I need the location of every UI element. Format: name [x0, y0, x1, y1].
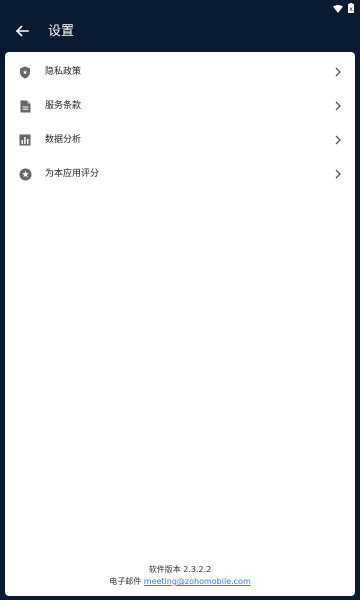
version-text: 软件版本 2.3.2.2 [148, 565, 212, 574]
status-icons: x [333, 2, 354, 13]
status-bar: x [0, 0, 360, 14]
email-row: 电子邮件 meeting@zohomobile.com [5, 576, 355, 588]
star-icon [18, 167, 32, 181]
menu-item-label: 为本应用评分 [45, 169, 100, 179]
email-link[interactable]: meeting@zohomobile.com [144, 577, 251, 586]
chevron-right-icon [333, 168, 343, 180]
settings-card: 隐私政策 服务条款 数据分析 为本应用评分 软件版本 2.3.2.2 电子邮件 … [5, 52, 355, 596]
arrow-left-icon [15, 23, 29, 42]
email-label: 电子邮件 [109, 577, 142, 586]
bar-chart-icon [18, 133, 32, 147]
menu-item-terms-of-service[interactable]: 服务条款 [5, 89, 355, 123]
document-icon [18, 99, 32, 113]
page-title: 设置 [48, 24, 75, 39]
chevron-right-icon [333, 134, 343, 146]
menu-item-privacy-policy[interactable]: 隐私政策 [5, 55, 355, 89]
menu-item-label: 隐私政策 [45, 67, 82, 77]
menu-item-rate-app[interactable]: 为本应用评分 [5, 157, 355, 191]
menu-item-label: 数据分析 [45, 135, 82, 145]
menu-item-label: 服务条款 [45, 101, 82, 111]
menu-item-analytics[interactable]: 数据分析 [5, 123, 355, 157]
app-bar: 设置 [0, 14, 360, 50]
chevron-right-icon [333, 66, 343, 78]
back-button[interactable] [8, 18, 36, 46]
svg-text:x: x [349, 6, 353, 13]
shield-icon [18, 65, 32, 79]
chevron-right-icon [333, 100, 343, 112]
